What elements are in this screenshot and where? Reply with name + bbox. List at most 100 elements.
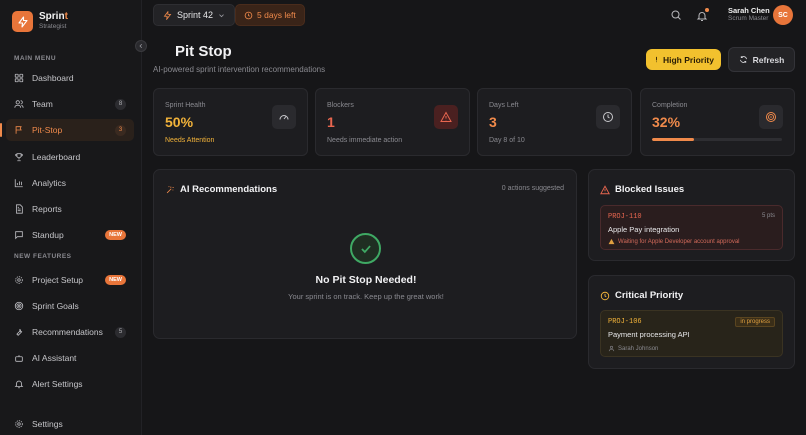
blocked-issues-panel: Blocked Issues PROJ-110 5 pts Apple Pay … [588, 169, 795, 261]
refresh-button[interactable]: Refresh [728, 47, 795, 72]
settings-icon [14, 419, 24, 429]
blocker-note-text: Waiting for Apple Developer account appr… [618, 238, 740, 245]
sidebar-item-label: Analytics [32, 178, 67, 188]
refresh-icon [739, 56, 747, 63]
top-header: Sprint 42 5 days left Sarah Chen Scrum M… [142, 0, 806, 32]
pit-stop-count-badge: 3 [115, 124, 126, 136]
sidebar-item-dashboard[interactable]: Dashboard [6, 67, 134, 89]
sprint-selector[interactable]: Sprint 42 [153, 4, 236, 26]
stat-card-completion: Completion 32% [640, 88, 795, 156]
page-subtitle: AI-powered sprint intervention recommend… [153, 65, 326, 74]
sidebar-item-label: Settings [32, 419, 63, 429]
ai-recommendations-panel: AI Recommendations 0 actions suggested N… [153, 169, 577, 339]
sidebar-item-label: Standup [32, 230, 64, 240]
panel-title: Critical Priority [600, 290, 683, 301]
sidebar-item-label: Project Setup [32, 275, 84, 285]
blocked-issue-card[interactable]: PROJ-110 5 pts Apple Pay integration Wai… [600, 205, 783, 250]
issue-key: PROJ-106 [608, 318, 642, 326]
ai-panel-title: AI Recommendations [180, 184, 278, 195]
team-count-badge: 8 [115, 98, 126, 110]
assignee-name: Sarah Johnson [618, 345, 659, 352]
warning-icon [600, 184, 610, 194]
clock-icon [596, 105, 620, 129]
actions-count: 0 actions suggested [501, 185, 564, 192]
sparkle-icon [166, 185, 174, 193]
stat-label: Days Left [489, 102, 519, 109]
bot-icon [14, 353, 24, 363]
sidebar-item-reports[interactable]: Reports [6, 198, 134, 220]
sidebar-item-label: AI Assistant [32, 353, 77, 363]
sidebar-item-sprint-goals[interactable]: Sprint Goals [6, 295, 134, 317]
users-icon [14, 99, 24, 109]
brand-name: Sprint [39, 11, 68, 23]
check-circle-icon [350, 233, 381, 264]
gear-icon [14, 275, 24, 285]
critical-priority-panel: Critical Priority PROJ-106 in progress P… [588, 275, 795, 369]
search-icon[interactable] [670, 9, 682, 21]
stat-value: 3 [489, 114, 497, 130]
stat-value: 32% [652, 114, 681, 130]
gauge-icon [272, 105, 296, 129]
new-badge: NEW [105, 230, 126, 240]
app-root: Sprint Strategist MAIN MENU Dashboard Te… [0, 0, 806, 435]
avatar[interactable]: SC [773, 5, 793, 25]
bolt-logo-icon [12, 11, 33, 32]
flag-icon [14, 125, 24, 135]
target-icon [759, 105, 783, 129]
sidebar-item-leaderboard[interactable]: Leaderboard [6, 146, 134, 168]
sidebar-item-label: Pit-Stop [32, 125, 63, 135]
sidebar-item-label: Team [32, 99, 53, 109]
brand-subtitle: Strategist [39, 23, 67, 31]
collapse-sidebar-button[interactable] [135, 40, 147, 52]
sidebar-item-recommendations[interactable]: Recommendations 5 [6, 321, 134, 343]
user-info[interactable]: Sarah Chen Scrum Master [728, 6, 770, 22]
recommendations-count-badge: 5 [115, 326, 126, 338]
chevron-left-icon [139, 43, 143, 49]
stat-subtext: Day 8 of 10 [489, 137, 525, 144]
sidebar-item-label: Dashboard [32, 73, 74, 83]
sidebar-item-label: Reports [32, 204, 62, 214]
sidebar-item-alert-settings[interactable]: Alert Settings [6, 373, 134, 395]
sidebar-item-label: Sprint Goals [32, 301, 79, 311]
issue-name: Apple Pay integration [608, 225, 680, 234]
page-title: Pit Stop [175, 43, 232, 60]
chevron-down-icon [219, 13, 224, 17]
sidebar-item-pit-stop[interactable]: Pit-Stop 3 [0, 119, 134, 141]
stat-value: 1 [327, 114, 335, 130]
issue-assignee: Sarah Johnson [608, 345, 658, 352]
critical-issue-card[interactable]: PROJ-106 in progress Payment processing … [600, 310, 783, 357]
user-name: Sarah Chen [728, 6, 770, 15]
stat-subtext: Needs immediate action [327, 137, 403, 144]
sidebar-item-label: Recommendations [32, 327, 103, 337]
stat-card-days-left: Days Left 3 Day 8 of 10 [477, 88, 632, 156]
new-features-label: NEW FEATURES [14, 253, 72, 260]
stat-subtext: Needs Attention [165, 137, 215, 144]
notifications-button[interactable] [696, 8, 709, 21]
blocked-panel-title: Blocked Issues [615, 184, 685, 195]
panel-title: Blocked Issues [600, 184, 684, 195]
progress-fill [652, 138, 694, 141]
high-priority-button[interactable]: High Priority [646, 49, 721, 70]
brand[interactable]: Sprint Strategist [12, 11, 68, 32]
bolt-icon [163, 10, 172, 20]
sidebar-item-standup[interactable]: Standup NEW [6, 224, 134, 246]
panel-title: AI Recommendations [165, 184, 277, 195]
warning-icon [434, 105, 458, 129]
warning-icon [608, 238, 615, 245]
main-menu-label: MAIN MENU [14, 55, 57, 62]
critical-panel-title: Critical Priority [615, 290, 684, 301]
stat-card-blockers: Blockers 1 Needs immediate action [315, 88, 470, 156]
sidebar-item-team[interactable]: Team 8 [6, 93, 134, 115]
sidebar-item-ai-assistant[interactable]: AI Assistant [6, 347, 134, 369]
issue-blocker-note: Waiting for Apple Developer account appr… [608, 238, 740, 245]
wrench-icon [14, 327, 24, 337]
sidebar-item-project-setup[interactable]: Project Setup NEW [6, 269, 134, 291]
stat-label: Blockers [327, 102, 354, 109]
sidebar: Sprint Strategist MAIN MENU Dashboard Te… [0, 0, 142, 435]
document-icon [14, 204, 24, 214]
notification-dot [705, 8, 709, 12]
sidebar-item-analytics[interactable]: Analytics [6, 172, 134, 194]
target-icon [14, 301, 24, 311]
sidebar-item-settings[interactable]: Settings [6, 413, 134, 435]
stat-label: Sprint Health [165, 102, 206, 109]
